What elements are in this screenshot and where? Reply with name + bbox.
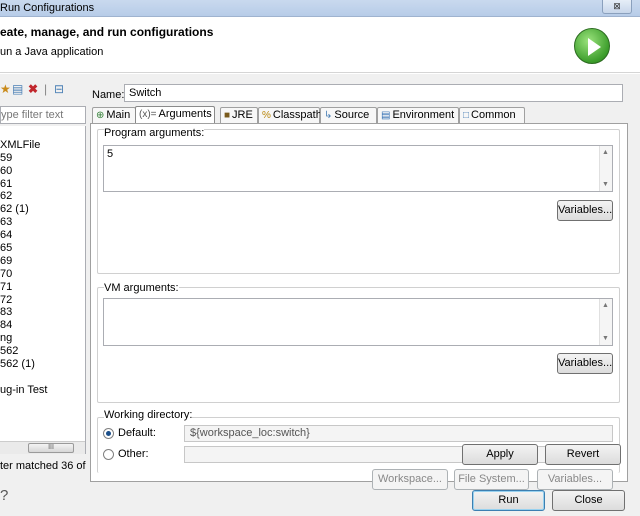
separator-icon: | bbox=[44, 82, 48, 96]
arguments-panel: Program arguments: 5 ▲ ▼ Variables... VM … bbox=[90, 123, 628, 490]
default-radio-label: Default: bbox=[118, 427, 156, 439]
program-arguments-value: 5 bbox=[107, 148, 114, 160]
dialog-header: eate, manage, and run configurations un … bbox=[0, 17, 640, 73]
new-config-icon[interactable]: ★ bbox=[0, 82, 11, 96]
other-radio-label: Other: bbox=[118, 448, 149, 460]
tab-source[interactable]: ↳ Source bbox=[320, 107, 377, 123]
tree-item[interactable]: 61 bbox=[0, 178, 85, 191]
tree-item[interactable]: 71 bbox=[0, 281, 85, 294]
program-args-scrollbar[interactable]: ▲ ▼ bbox=[599, 146, 612, 191]
config-tree[interactable]: XMLFile 59 60 61 62 62 (1) 63 64 65 69 70 71 72 83 84 n… bbox=[0, 126, 86, 454]
tab-jre[interactable]: ■ JRE bbox=[220, 107, 258, 123]
apply-button[interactable]: Apply bbox=[462, 444, 538, 465]
tree-item[interactable]: 72 bbox=[0, 294, 85, 307]
tree-item[interactable]: 62 (1) bbox=[0, 203, 85, 216]
arguments-tab-icon: (x)= bbox=[139, 109, 157, 120]
tab-label: Arguments bbox=[158, 108, 212, 120]
collapse-all-icon[interactable]: ⊟ bbox=[54, 82, 64, 96]
tab-arguments[interactable]: (x)= Arguments bbox=[135, 106, 215, 123]
header-title: eate, manage, and run configurations bbox=[0, 25, 214, 39]
workspace-button[interactable]: Workspace... bbox=[372, 469, 448, 490]
close-button[interactable]: Close bbox=[552, 490, 625, 511]
run-logo-icon bbox=[574, 28, 610, 64]
common-tab-icon: □ bbox=[463, 110, 470, 121]
vm-arguments-textarea[interactable]: ▲ ▼ bbox=[103, 298, 613, 346]
default-radio[interactable] bbox=[103, 428, 114, 439]
tab-label: Environment bbox=[392, 109, 455, 121]
delete-icon[interactable]: ✖ bbox=[28, 82, 38, 96]
tab-label: Source bbox=[334, 109, 370, 121]
other-radio[interactable] bbox=[103, 449, 114, 460]
tree-item[interactable]: 562 bbox=[0, 345, 85, 358]
tab-label: Classpath bbox=[272, 109, 322, 121]
revert-button[interactable]: Revert bbox=[545, 444, 621, 465]
tree-item[interactable]: 84 bbox=[0, 319, 85, 332]
tab-label: JRE bbox=[232, 109, 253, 121]
tree-item[interactable]: 65 bbox=[0, 242, 85, 255]
close-window-button[interactable]: ⊠ bbox=[602, 0, 632, 14]
name-field[interactable]: Switch bbox=[124, 84, 623, 102]
default-directory-field: ${workspace_loc:switch} bbox=[184, 425, 613, 442]
tab-main[interactable]: ⊕ Main bbox=[92, 107, 136, 123]
tree-item[interactable] bbox=[0, 126, 85, 139]
tree-item[interactable] bbox=[0, 371, 85, 384]
dialog-body: ★ ▤ ✖ | ⊟ ype filter text XMLFile 59 60 61 6… bbox=[0, 74, 640, 516]
classpath-tab-icon: % bbox=[262, 110, 271, 121]
tree-item[interactable]: 562 (1) bbox=[0, 358, 85, 371]
tab-label: Main bbox=[106, 109, 131, 121]
tree-item[interactable]: 60 bbox=[0, 165, 85, 178]
tab-environment[interactable]: ▤ Environment bbox=[377, 107, 459, 123]
working-directory-label: Working directory: bbox=[104, 409, 193, 421]
environment-tab-icon: ▤ bbox=[381, 110, 391, 121]
program-variables-button[interactable]: Variables... bbox=[557, 200, 613, 221]
file-system-button[interactable]: File System... bbox=[454, 469, 529, 490]
tree-item[interactable]: ng bbox=[0, 332, 85, 345]
jre-tab-icon: ■ bbox=[224, 110, 231, 121]
vm-variables-button[interactable]: Variables... bbox=[557, 353, 613, 374]
filter-input[interactable]: ype filter text bbox=[0, 106, 86, 124]
window-title: Run Configurations bbox=[0, 2, 95, 14]
vm-args-scrollbar[interactable]: ▲ ▼ bbox=[599, 299, 612, 345]
tab-common[interactable]: □ Common bbox=[459, 107, 525, 123]
scroll-thumb[interactable]: III bbox=[28, 443, 74, 453]
title-bar: Run Configurations ⊠ bbox=[0, 0, 640, 17]
filter-status: ter matched 36 of 3 bbox=[0, 460, 86, 472]
help-icon[interactable]: ? bbox=[0, 487, 14, 505]
main-tab-icon: ⊕ bbox=[96, 110, 105, 121]
duplicate-icon[interactable]: ▤ bbox=[12, 82, 23, 96]
working-dir-variables-button[interactable]: Variables... bbox=[537, 469, 613, 490]
tree-item[interactable]: 83 bbox=[0, 306, 85, 319]
tree-item[interactable]: 69 bbox=[0, 255, 85, 268]
program-arguments-label: Program arguments: bbox=[104, 127, 205, 139]
tree-item[interactable]: XMLFile bbox=[0, 139, 85, 152]
tree-item[interactable]: 64 bbox=[0, 229, 85, 242]
tab-label: Common bbox=[471, 109, 516, 121]
tree-item[interactable]: 70 bbox=[0, 268, 85, 281]
left-toolbar: ★ ▤ ✖ | ⊟ bbox=[0, 82, 86, 98]
tree-item[interactable]: ug-in Test bbox=[0, 384, 85, 397]
run-button[interactable]: Run bbox=[472, 490, 545, 511]
program-arguments-textarea[interactable]: 5 ▲ ▼ bbox=[103, 145, 613, 192]
tab-classpath[interactable]: % Classpath bbox=[258, 107, 322, 123]
tree-item[interactable]: 59 bbox=[0, 152, 85, 165]
tree-item[interactable]: 62 bbox=[0, 190, 85, 203]
name-label: Name: bbox=[92, 89, 125, 101]
header-subtitle: un a Java application bbox=[0, 46, 104, 58]
tree-horizontal-scrollbar[interactable]: III bbox=[0, 441, 85, 454]
vm-arguments-label: VM arguments: bbox=[104, 282, 179, 294]
source-tab-icon: ↳ bbox=[324, 110, 333, 121]
tree-item[interactable]: 63 bbox=[0, 216, 85, 229]
